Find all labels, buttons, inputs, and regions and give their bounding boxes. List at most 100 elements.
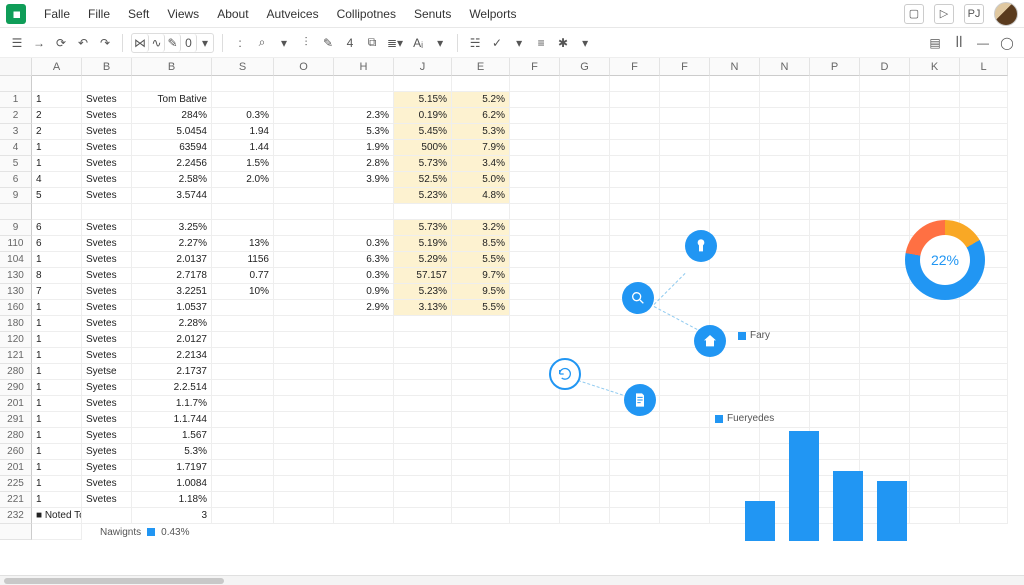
cell[interactable]: 6.2% <box>452 108 510 124</box>
cell[interactable] <box>860 76 910 92</box>
cell[interactable]: 4.8% <box>452 188 510 204</box>
cell[interactable] <box>610 364 660 380</box>
column-header[interactable]: K <box>910 58 960 76</box>
row-header[interactable]: 2 <box>0 108 32 124</box>
cell[interactable]: 1 <box>32 140 82 156</box>
cell[interactable] <box>960 332 1008 348</box>
cell[interactable] <box>334 444 394 460</box>
tc-6[interactable]: ⧉ <box>363 33 381 53</box>
cell[interactable] <box>274 412 334 428</box>
cell[interactable] <box>274 92 334 108</box>
cell[interactable] <box>560 428 610 444</box>
tr1-2[interactable]: ▾ <box>510 33 528 53</box>
cell[interactable] <box>212 332 274 348</box>
row-header[interactable] <box>0 76 32 92</box>
column-header[interactable]: A <box>32 58 82 76</box>
app-logo[interactable] <box>6 4 26 24</box>
far-1[interactable]: ꟾꟾ <box>950 33 968 53</box>
cell[interactable]: 63594 <box>132 140 212 156</box>
row-header[interactable]: 5 <box>0 156 32 172</box>
cell[interactable] <box>132 76 212 92</box>
column-header[interactable]: J <box>394 58 452 76</box>
cell[interactable] <box>510 188 560 204</box>
tc-0[interactable]: : <box>231 33 249 53</box>
cell[interactable] <box>560 316 610 332</box>
cell[interactable] <box>860 204 910 220</box>
tr1-1[interactable]: ✓ <box>488 33 506 53</box>
cell[interactable] <box>212 316 274 332</box>
cell[interactable] <box>212 508 274 524</box>
cell[interactable] <box>394 460 452 476</box>
cell[interactable] <box>810 284 860 300</box>
cell[interactable] <box>510 332 560 348</box>
cell[interactable] <box>510 140 560 156</box>
scrollbar-thumb[interactable] <box>4 578 224 584</box>
cell[interactable] <box>334 316 394 332</box>
cell[interactable] <box>394 348 452 364</box>
cell[interactable] <box>452 364 510 380</box>
cell[interactable] <box>452 428 510 444</box>
cell[interactable]: 5.73% <box>394 156 452 172</box>
cell[interactable]: 1 <box>32 364 82 380</box>
cell[interactable] <box>910 108 960 124</box>
menu-item-5[interactable]: Autveices <box>259 3 327 25</box>
cell[interactable]: 1 <box>32 332 82 348</box>
cell[interactable] <box>710 124 760 140</box>
cell[interactable] <box>860 172 910 188</box>
cell[interactable] <box>960 396 1008 412</box>
cell[interactable]: 5.3% <box>334 124 394 140</box>
cell[interactable] <box>910 300 960 316</box>
cell[interactable] <box>960 172 1008 188</box>
cell[interactable] <box>660 268 710 284</box>
row-header[interactable]: 3 <box>0 124 32 140</box>
cell[interactable] <box>910 492 960 508</box>
cell[interactable] <box>274 380 334 396</box>
cell[interactable] <box>610 204 660 220</box>
cell[interactable] <box>274 268 334 284</box>
cell[interactable] <box>810 204 860 220</box>
cell[interactable] <box>960 92 1008 108</box>
cell[interactable] <box>452 444 510 460</box>
tool-redo-icon[interactable]: ↷ <box>96 33 114 53</box>
cell[interactable]: 2.2456 <box>132 156 212 172</box>
cell[interactable] <box>610 108 660 124</box>
cell[interactable]: 2 <box>32 108 82 124</box>
cell[interactable] <box>610 332 660 348</box>
cell[interactable] <box>510 396 560 412</box>
cell[interactable]: 1 <box>32 396 82 412</box>
cell[interactable] <box>560 76 610 92</box>
cell[interactable]: 3.2251 <box>132 284 212 300</box>
cell[interactable] <box>760 76 810 92</box>
cell[interactable] <box>760 108 810 124</box>
cell[interactable] <box>860 220 910 236</box>
cell[interactable] <box>32 204 82 220</box>
cell[interactable] <box>710 188 760 204</box>
cell[interactable] <box>760 348 810 364</box>
cell[interactable] <box>610 188 660 204</box>
cell[interactable]: 5.3% <box>452 124 510 140</box>
cell[interactable] <box>394 380 452 396</box>
cell[interactable] <box>910 508 960 524</box>
cell[interactable] <box>710 364 760 380</box>
cell[interactable] <box>760 204 810 220</box>
cell[interactable]: 7.9% <box>452 140 510 156</box>
cell[interactable] <box>960 412 1008 428</box>
cell[interactable] <box>860 108 910 124</box>
cell[interactable] <box>660 188 710 204</box>
cell[interactable] <box>960 156 1008 172</box>
cell[interactable] <box>660 508 710 524</box>
cell[interactable] <box>452 460 510 476</box>
cell[interactable] <box>212 492 274 508</box>
cell[interactable] <box>860 268 910 284</box>
cell[interactable] <box>660 396 710 412</box>
cell[interactable] <box>860 252 910 268</box>
cell[interactable] <box>910 380 960 396</box>
cell[interactable]: 1.0084 <box>132 476 212 492</box>
cell[interactable]: Svetes <box>82 172 132 188</box>
cell[interactable] <box>610 76 660 92</box>
cell[interactable] <box>394 316 452 332</box>
cell[interactable]: 9.7% <box>452 268 510 284</box>
topright-btn-1[interactable]: ▷ <box>934 4 954 24</box>
cell[interactable] <box>274 156 334 172</box>
cell[interactable]: 2.28% <box>132 316 212 332</box>
